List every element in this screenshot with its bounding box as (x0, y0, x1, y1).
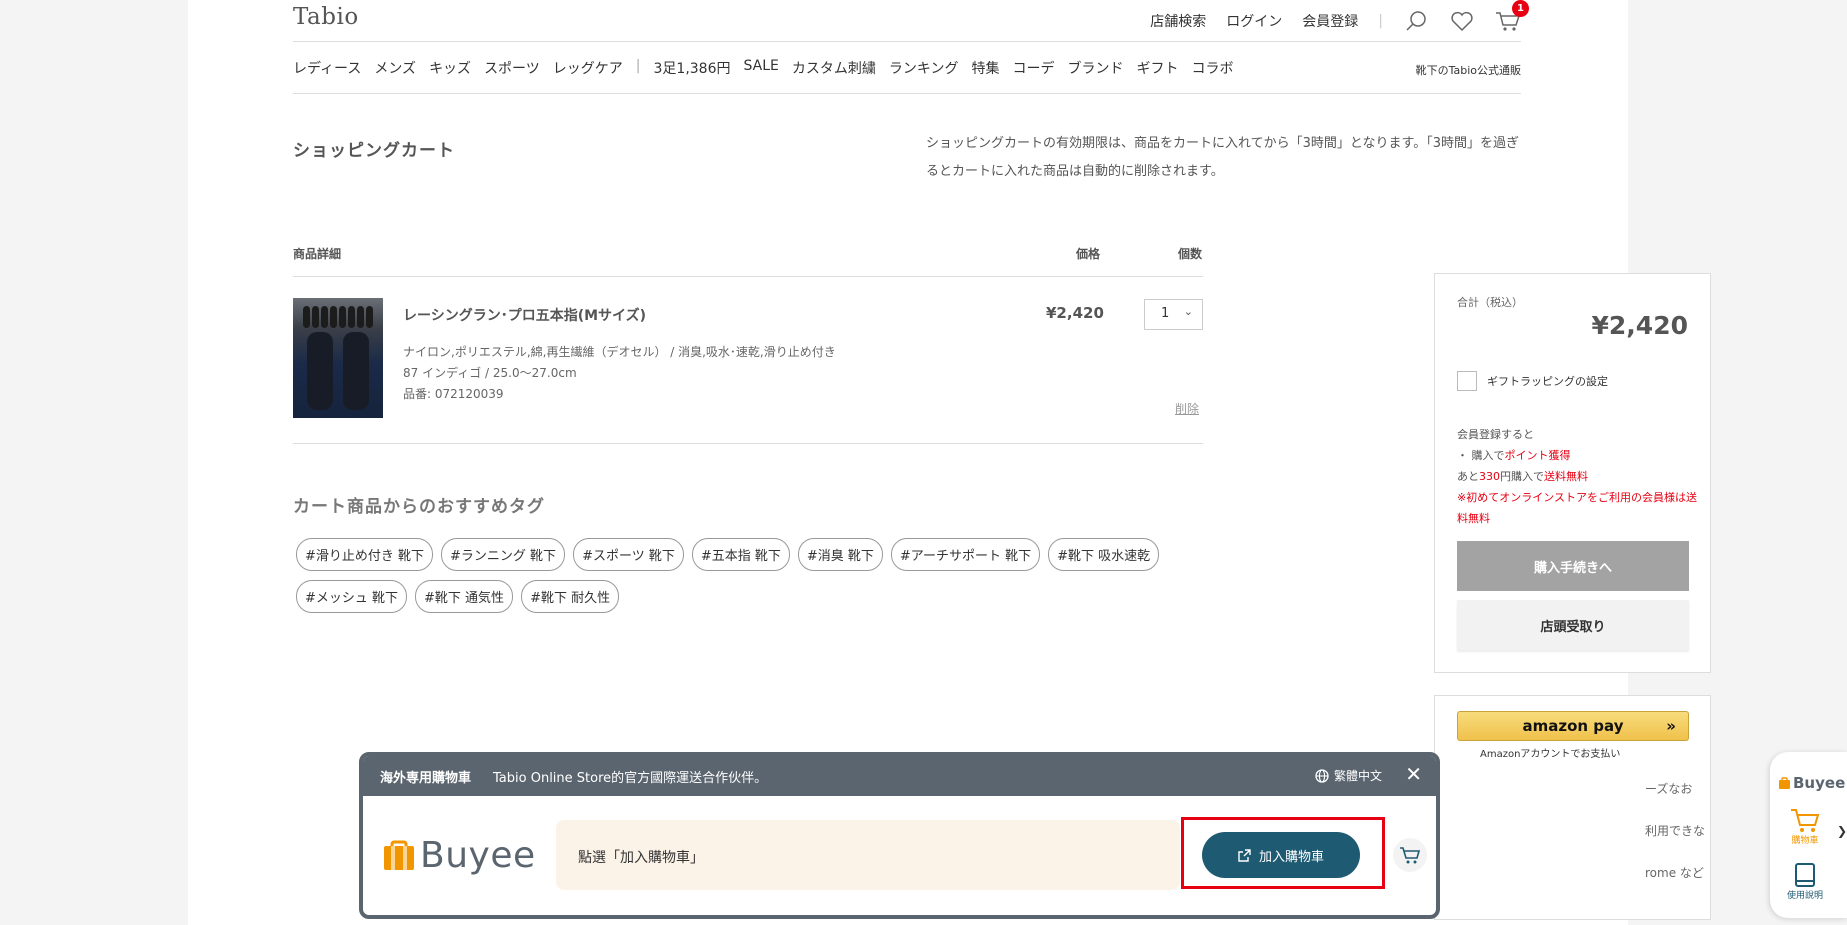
amazon-pay-subtext: Amazonアカウントでお支払い (1480, 749, 1621, 760)
divider (293, 443, 1203, 444)
close-icon[interactable]: ✕ (1405, 762, 1422, 786)
product-sku: 品番: 072120039 (403, 387, 504, 401)
gift-wrapping-checkbox[interactable] (1457, 371, 1477, 391)
language-label: 繁體中文 (1333, 769, 1382, 783)
member-benefit-shipping: あと330円購入で送料無料 (1457, 470, 1588, 483)
tag-chip[interactable]: #スポーツ 靴下 (573, 538, 684, 571)
total-label: 合計（税込） (1457, 296, 1523, 309)
member-benefit-points: ・ 購入でポイント獲得 (1457, 449, 1571, 462)
side-cart-button[interactable]: 購物車 (1770, 807, 1840, 846)
cart-expiry-notice: ショッピングカートの有効期限は、商品をカートに入れてから「3時間」となります。「… (926, 136, 1519, 179)
store-pickup-button[interactable]: 店頭受取り (1457, 600, 1689, 650)
tag-chip[interactable]: #メッシュ 靴下 (296, 580, 408, 613)
gift-wrapping-label: ギフトラッピングの設定 (1487, 375, 1608, 388)
buyee-side-logo-text: Buyee (1793, 774, 1846, 792)
side-cart-label: 購物車 (1791, 836, 1819, 846)
buyee-logo-text: Buyee (420, 835, 536, 876)
side-guide-button[interactable]: 使用說明 (1770, 862, 1840, 901)
recommended-tags-title: カート商品からのおすすめタグ (293, 497, 545, 517)
cart-icon (1791, 809, 1820, 832)
tag-chip[interactable]: #五本指 靴下 (691, 538, 790, 571)
highlight-box (1181, 817, 1385, 889)
member-first-order-note: ※初めてオンラインストアをご利用の会員様は送料無料 (1457, 491, 1697, 525)
tag-chip[interactable]: #滑り止め付き 靴下 (296, 538, 434, 571)
chevron-right-icon[interactable]: ❯ (1837, 824, 1847, 838)
amazon-pay-label: amazon pay (1522, 717, 1624, 735)
amazon-pay-button[interactable]: amazon pay » (1457, 711, 1689, 741)
tag-chip[interactable]: #消臭 靴下 (797, 538, 883, 571)
buyee-banner: 海外専用購物車 Tabio Online Store的官方國際運送合作伙伴。 繁… (359, 752, 1440, 919)
product-image[interactable] (293, 298, 383, 418)
partial-text: ーズなお (1645, 782, 1693, 796)
page-title: ショッピングカート (293, 141, 455, 161)
checkout-button[interactable]: 購入手続きへ (1457, 541, 1689, 591)
book-icon (1795, 863, 1815, 887)
chevron-down-icon: ⌄ (1183, 305, 1193, 318)
partial-text: rome など (1645, 866, 1704, 880)
buyee-hint-strip: 點選「加入購物車」 (556, 820, 1180, 890)
column-header-detail: 商品詳細 (293, 247, 342, 261)
side-guide-label: 使用說明 (1786, 891, 1823, 901)
tag-chip[interactable]: #靴下 吸水速乾 (1048, 538, 1160, 571)
language-selector[interactable]: 繁體中文 (1315, 767, 1382, 784)
partial-text: 利用できな (1645, 824, 1706, 838)
product-name[interactable]: レーシングラン･プロ五本指(Mサイズ) (403, 305, 646, 325)
tag-chip[interactable]: #ランニング 靴下 (441, 538, 566, 571)
buyee-bag-icon (1779, 776, 1790, 789)
delete-item-link[interactable]: 削除 (1175, 400, 1199, 417)
buyee-cart-icon[interactable] (1393, 838, 1427, 872)
buyee-banner-title: 海外専用購物車 (380, 770, 472, 786)
buyee-side-logo: Buyee (1778, 774, 1845, 792)
member-benefits: 会員登録すると ・ 購入でポイント獲得 あと330円購入で送料無料 ※初めてオン… (1457, 424, 1697, 529)
buyee-bag-icon (384, 840, 414, 870)
buyee-side-widget: Buyee 購物車 使用說明 ❯ (1770, 752, 1847, 918)
product-details: ナイロン,ポリエステル,綿,再生繊維（デオセル） / 消臭,吸水･速乾,滑り止め… (403, 342, 836, 405)
alt-payment-box: amazon pay » Amazonアカウントでお支払い ーズなお 利用できな… (1434, 695, 1711, 920)
total-amount: ¥2,420 (1591, 311, 1688, 340)
product-color-size: 87 インディゴ / 25.0〜27.0cm (403, 366, 577, 380)
buyee-banner-description: Tabio Online Store的官方國際運送合作伙伴。 (493, 770, 768, 786)
buyee-hint-text: 點選「加入購物車」 (578, 850, 704, 866)
column-header-qty: 個数 (1178, 247, 1203, 261)
divider (293, 276, 1203, 277)
product-price: ¥2,420 (1046, 304, 1104, 322)
tag-chip[interactable]: #靴下 耐久性 (521, 580, 620, 613)
quantity-value: 1 (1161, 306, 1170, 321)
gift-wrapping-option[interactable]: ギフトラッピングの設定 (1457, 371, 1608, 391)
quantity-select[interactable]: 1 ⌄ (1144, 299, 1203, 330)
order-summary: 合計（税込） ¥2,420 ギフトラッピングの設定 会員登録すると ・ 購入でポ… (1434, 273, 1711, 673)
tag-chip[interactable]: #靴下 通気性 (415, 580, 514, 613)
buyee-logo: Buyee (382, 838, 536, 874)
recommended-tags: #滑り止め付き 靴下 #ランニング 靴下 #スポーツ 靴下 #五本指 靴下 #消… (296, 538, 1196, 613)
member-intro: 会員登録すると (1457, 428, 1534, 441)
column-header-price: 価格 (1076, 247, 1101, 261)
globe-icon (1315, 768, 1329, 783)
buyee-banner-header: 海外専用購物車 Tabio Online Store的官方國際運送合作伙伴。 (363, 756, 1436, 796)
product-material: ナイロン,ポリエステル,綿,再生繊維（デオセル） / 消臭,吸水･速乾,滑り止め… (403, 345, 836, 359)
tag-chip[interactable]: #アーチサポート 靴下 (890, 538, 1041, 571)
double-chevron-right-icon: » (1666, 717, 1676, 735)
